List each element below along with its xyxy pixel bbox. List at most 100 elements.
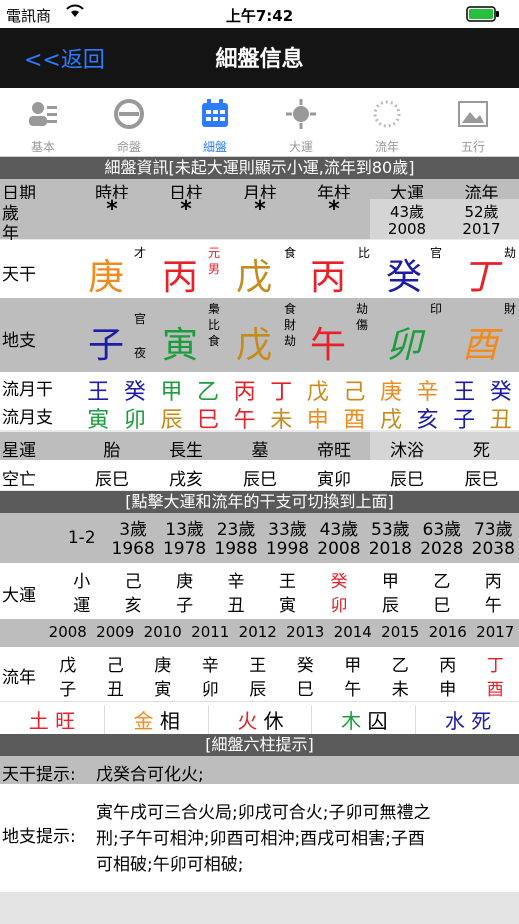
liunian-zhi-cell[interactable]: 辰 xyxy=(234,675,282,700)
liunian-gan-cell[interactable]: 甲 xyxy=(329,651,377,676)
dayun-zhi-cell[interactable]: 運 xyxy=(56,591,107,616)
dayun-zhi-cell[interactable]: 辰 xyxy=(365,591,416,616)
kongwang-value: 寅卯 xyxy=(317,470,351,490)
tiangan-row: 天干 庚 才 丙 元 男 戊 食 丙 比 癸 官 丁 劫 xyxy=(0,240,519,298)
liunian-gan-cell[interactable]: 癸 xyxy=(282,651,330,676)
dizhi-month-hidden: 劫 xyxy=(284,334,297,348)
liuyuezhi-cell: 亥 xyxy=(416,408,439,433)
liunian-gan-cell[interactable]: 丙 xyxy=(424,651,472,676)
section-header-info: 細盤資訊[未起大運則顯示小運,流年到80歲] xyxy=(0,157,519,179)
dayun-ages-row: 1-2 3歲 13歲 23歲 33歲 43歲 53歲 63歲 73歲 1968 1978 1988 19… xyxy=(0,513,519,563)
liunian-years-row: 2008 2009 2010 2011 2012 2013 2014 2015 2016 2017 xyxy=(0,619,519,647)
tab-chart[interactable]: 命盤 xyxy=(86,88,172,156)
liunian-zhi-cell[interactable]: 巳 xyxy=(282,675,330,700)
dayun-gan-cell[interactable]: 小 xyxy=(56,567,107,592)
dotted-circle-icon xyxy=(373,100,401,128)
dayun-age: 43歲 xyxy=(389,203,425,221)
liunian-year-cell: 2013 xyxy=(286,623,325,641)
tab-dayun[interactable]: 大運 xyxy=(258,88,344,156)
liuyuezhi-cell: 寅 xyxy=(87,408,110,433)
tab-wuxing[interactable]: 五行 xyxy=(430,88,516,156)
page-title: 細盤信息 xyxy=(215,47,304,72)
dayun-gan-cell[interactable]: 乙 xyxy=(416,567,467,592)
dayun-gan-cell[interactable]: 癸 xyxy=(313,567,364,592)
liunian-zhi-cell[interactable]: 午 xyxy=(329,675,377,700)
dizhi-liunian-hidden: 財 xyxy=(504,302,517,316)
tiangan-tip-label: 天干提示: xyxy=(2,765,76,785)
dayun-zhi-cell[interactable]: 巳 xyxy=(416,591,467,616)
wuxing-element: 金 xyxy=(133,709,154,733)
wuxing-cell: 土 旺 xyxy=(0,705,104,734)
tiangan-hour: 庚 xyxy=(88,257,125,298)
liunian-gan-cell[interactable]: 庚 xyxy=(139,651,187,676)
dayun-gan-cell[interactable]: 庚 xyxy=(159,567,210,592)
liuyuezhi-cell: 辰 xyxy=(160,408,183,433)
liunian-gan-cell[interactable]: 丁 xyxy=(472,651,519,676)
liunian-year-cell: 2016 xyxy=(428,623,467,641)
liunian-zhi-cell[interactable]: 子 xyxy=(44,675,92,700)
dayun-gan-cell[interactable]: 王 xyxy=(262,567,313,592)
tiangan-tip-row: 天干提示: 戊癸合可化火; xyxy=(0,756,519,785)
status-bar: 電訊商 上午7:42 xyxy=(0,0,519,28)
tab-liunian[interactable]: 流年 xyxy=(344,88,430,156)
dayun-year-cell: 1978 xyxy=(162,539,207,559)
liunian-zhi-cell[interactable]: 丑 xyxy=(92,675,140,700)
liuyuezhi-cells: 寅卯辰巳午未申酉戌亥子丑 xyxy=(0,400,519,433)
disk-icon xyxy=(114,99,144,129)
calendar-icon xyxy=(202,99,228,127)
hour-star: * xyxy=(106,197,118,222)
dayun-gan-cell[interactable]: 己 xyxy=(107,567,158,592)
liunian-gan-cell[interactable]: 乙 xyxy=(377,651,425,676)
tiangan-day: 丙 xyxy=(162,257,199,298)
dayun-gan-cell[interactable]: 甲 xyxy=(365,567,416,592)
dayun-row: 大運 小己庚辛王癸甲乙丙運亥子丑寅卯辰巳午 xyxy=(0,563,519,619)
xingyun-row: 星運 胎 長生 墓 帝旺 沐浴 死 xyxy=(0,432,519,461)
liunian-age: 52歲 xyxy=(464,203,499,221)
kongwang-value: 辰巳 xyxy=(243,470,277,490)
liunian-year-cell: 2010 xyxy=(143,623,182,641)
tab-basic[interactable]: 基本 xyxy=(0,88,86,156)
dayun-zhi-cell[interactable]: 寅 xyxy=(262,591,313,616)
dizhi-year: 午 xyxy=(310,325,347,366)
dayun-zhi-cell[interactable]: 子 xyxy=(159,591,210,616)
dayun-age-cell: 1-2 xyxy=(67,528,96,548)
liunian-zhi-cell[interactable]: 卯 xyxy=(187,675,235,700)
section-header-tip: [點擊大運和流年的干支可切換到上面] xyxy=(0,491,519,513)
dayun-zhi-cell[interactable]: 丑 xyxy=(210,591,261,616)
dizhi-liunian: 酉 xyxy=(462,325,499,366)
tab-detail[interactable]: 細盤 xyxy=(172,88,258,156)
liunian-gan-cell[interactable]: 王 xyxy=(234,651,282,676)
xingyun-value: 沐浴 xyxy=(390,441,424,461)
dayun-year-cell: 2018 xyxy=(368,539,412,559)
tiangan-tip-text: 戊癸合可化火; xyxy=(96,765,204,785)
dayun-gan-cell[interactable]: 辛 xyxy=(210,567,261,592)
liunian-gan-cell[interactable]: 戊 xyxy=(44,651,92,676)
kongwang-value: 辰巳 xyxy=(390,470,424,490)
dayun-zhi-cell[interactable]: 卯 xyxy=(313,591,364,616)
dayun-zhi-cell[interactable]: 午 xyxy=(468,591,519,616)
tiangan-label: 天干 xyxy=(2,265,36,285)
xingyun-label: 星運 xyxy=(2,441,36,461)
tiangan-year: 丙 xyxy=(310,257,347,298)
dayun-gan-cell[interactable]: 丙 xyxy=(468,567,519,592)
liunian-zhi-cell[interactable]: 寅 xyxy=(139,675,187,700)
tiangan-dayun-god: 官 xyxy=(430,246,443,260)
tiangan-liunian-god: 劫 xyxy=(504,246,517,260)
liuyuezhi-cell: 酉 xyxy=(343,408,366,433)
dayun-age-cell: 23歲 xyxy=(216,520,256,540)
liuyuezhi-cell: 申 xyxy=(306,408,329,433)
liunian-zhi-cell[interactable]: 未 xyxy=(377,675,425,700)
xingyun-value: 死 xyxy=(473,441,490,461)
liunian-gan-cell[interactable]: 辛 xyxy=(187,651,235,676)
liunian-gan-cell[interactable]: 己 xyxy=(92,651,140,676)
liunian-zhi-cell[interactable]: 酉 xyxy=(472,675,519,700)
liuyuezhi-cell: 午 xyxy=(233,408,256,433)
dizhi-month-hidden: 財 xyxy=(284,318,297,332)
liunian-zhi-cell[interactable]: 申 xyxy=(424,675,472,700)
dayun-zhi-cell[interactable]: 亥 xyxy=(107,591,158,616)
liunian-year-cell: 2015 xyxy=(381,623,420,641)
liuyuezhi-cell: 巳 xyxy=(197,408,220,433)
tiangan-liunian: 丁 xyxy=(462,257,499,298)
wuxing-row: 土 旺金 相火 休木 囚水 死 xyxy=(0,701,519,734)
wuxing-element: 火 xyxy=(237,709,258,733)
